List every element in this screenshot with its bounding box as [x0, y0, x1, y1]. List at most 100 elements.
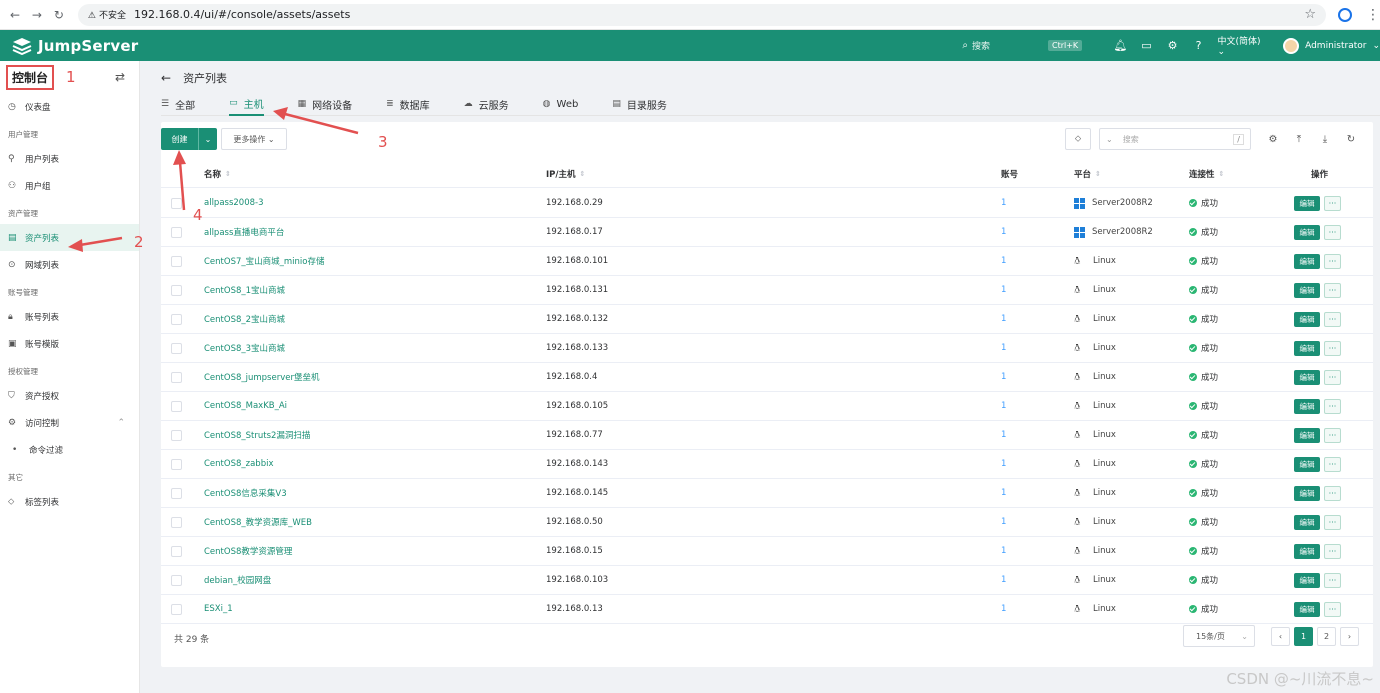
- edit-button[interactable]: 编辑: [1294, 195, 1320, 211]
- row-checkbox[interactable]: [171, 400, 182, 412]
- chevron-up-icon[interactable]: ⌃: [117, 418, 125, 428]
- back-arrow-icon[interactable]: ←: [4, 8, 26, 22]
- bookmark-star-icon[interactable]: ☆: [1304, 7, 1316, 22]
- asset-name-link[interactable]: debian_校园网盘: [204, 574, 271, 586]
- more-actions-icon[interactable]: ···: [1324, 601, 1341, 617]
- security-indicator[interactable]: ⚠ 不安全: [88, 8, 126, 21]
- asset-name-link[interactable]: CentOS8_Struts2漏洞扫描: [204, 429, 310, 441]
- browser-menu-icon[interactable]: ⋮: [1366, 7, 1380, 23]
- account-count-link[interactable]: 1: [1001, 430, 1006, 440]
- more-actions-icon[interactable]: ···: [1324, 224, 1341, 240]
- page-button-1[interactable]: 1: [1294, 626, 1313, 646]
- user-menu[interactable]: Administrator ⌄: [1283, 37, 1380, 54]
- logo[interactable]: JumpServer: [12, 37, 138, 55]
- account-count-link[interactable]: 1: [1001, 604, 1006, 614]
- row-checkbox[interactable]: [171, 284, 182, 296]
- sort-icon[interactable]: ⇕: [1219, 170, 1225, 178]
- more-actions-icon[interactable]: ···: [1324, 543, 1341, 559]
- page-button-2[interactable]: 2: [1317, 626, 1336, 646]
- download-icon[interactable]: ⤓: [1313, 134, 1337, 145]
- tab-item[interactable]: ◍ Web: [543, 92, 579, 116]
- asset-name-link[interactable]: allpass2008-3: [204, 198, 264, 208]
- language-switcher[interactable]: 中文(简体) ⌄: [1218, 34, 1270, 57]
- sidebar-item[interactable]: ⬦ 标签列表: [0, 488, 139, 515]
- more-actions-icon[interactable]: ···: [1324, 340, 1341, 356]
- help-icon[interactable]: ?: [1186, 39, 1212, 52]
- back-arrow-icon[interactable]: ←: [161, 71, 171, 85]
- edit-button[interactable]: 编辑: [1294, 311, 1320, 327]
- asset-name-link[interactable]: CentOS8_1宝山商城: [204, 284, 285, 296]
- more-actions-icon[interactable]: ···: [1324, 456, 1341, 472]
- forward-arrow-icon[interactable]: →: [26, 8, 48, 22]
- account-count-link[interactable]: 1: [1001, 517, 1006, 527]
- edit-button[interactable]: 编辑: [1294, 427, 1320, 443]
- next-page-icon[interactable]: ›: [1340, 626, 1359, 646]
- more-actions-icon[interactable]: ···: [1324, 572, 1341, 588]
- asset-name-link[interactable]: CentOS8_zabbix: [204, 459, 273, 469]
- asset-name-link[interactable]: allpass直播电商平台: [204, 226, 284, 238]
- column-header-ip[interactable]: IP/主机 ⇕: [546, 160, 585, 187]
- tag-filter-icon[interactable]: ⬦: [1065, 128, 1091, 150]
- asset-name-link[interactable]: CentOS8_MaxKB_Ai: [204, 401, 287, 411]
- asset-name-link[interactable]: CentOS8信息采集V3: [204, 487, 287, 499]
- row-checkbox[interactable]: [171, 371, 182, 383]
- more-actions-button[interactable]: 更多操作 ⌄: [221, 128, 287, 150]
- sort-icon[interactable]: ⇕: [225, 170, 231, 178]
- row-checkbox[interactable]: [171, 255, 182, 267]
- account-count-link[interactable]: 1: [1001, 546, 1006, 556]
- account-count-link[interactable]: 1: [1001, 198, 1006, 208]
- row-checkbox[interactable]: [171, 603, 182, 615]
- column-header-connectivity[interactable]: 连接性 ⇕: [1189, 160, 1224, 187]
- account-count-link[interactable]: 1: [1001, 256, 1006, 266]
- header-search[interactable]: ⌕ 搜索 Ctrl+K: [962, 35, 1097, 57]
- edit-button[interactable]: 编辑: [1294, 398, 1320, 414]
- table-search-input[interactable]: ⌄ 搜索 /: [1099, 128, 1251, 150]
- asset-name-link[interactable]: CentOS8_2宝山商城: [204, 313, 285, 325]
- page-size-select[interactable]: 15条/页 ⌄: [1183, 625, 1255, 647]
- more-actions-icon[interactable]: ···: [1324, 369, 1341, 385]
- row-checkbox[interactable]: [171, 574, 182, 586]
- edit-button[interactable]: 编辑: [1294, 485, 1320, 501]
- reload-icon[interactable]: ↻: [48, 8, 70, 22]
- sidebar-item[interactable]: ▣ 账号模版: [0, 330, 139, 357]
- edit-button[interactable]: 编辑: [1294, 543, 1320, 559]
- account-count-link[interactable]: 1: [1001, 314, 1006, 324]
- row-checkbox[interactable]: [171, 545, 182, 557]
- row-checkbox[interactable]: [171, 313, 182, 325]
- sidebar-item[interactable]: 🔒︎ 账号列表: [0, 303, 139, 330]
- row-checkbox[interactable]: [171, 197, 182, 209]
- bell-icon[interactable]: 🔔︎: [1108, 39, 1134, 52]
- edit-button[interactable]: 编辑: [1294, 340, 1320, 356]
- tab-item[interactable]: ☁ 云服务: [464, 92, 509, 116]
- sidebar-item[interactable]: ⚲ 用户列表: [0, 145, 139, 172]
- more-actions-icon[interactable]: ···: [1324, 485, 1341, 501]
- row-checkbox[interactable]: [171, 226, 182, 238]
- edit-button[interactable]: 编辑: [1294, 282, 1320, 298]
- create-dropdown-icon[interactable]: ⌄: [198, 128, 217, 150]
- tab-item[interactable]: ▦ 网络设备: [298, 92, 353, 116]
- switch-view-icon[interactable]: ⇄: [115, 70, 125, 84]
- more-actions-icon[interactable]: ···: [1324, 253, 1341, 269]
- row-checkbox[interactable]: [171, 429, 182, 441]
- asset-name-link[interactable]: CentOS8教学资源管理: [204, 545, 292, 557]
- edit-button[interactable]: 编辑: [1294, 572, 1320, 588]
- account-count-link[interactable]: 1: [1001, 372, 1006, 382]
- sidebar-item[interactable]: ⚙ 访问控制 ⌃: [0, 409, 139, 436]
- edit-button[interactable]: 编辑: [1294, 253, 1320, 269]
- row-checkbox[interactable]: [171, 516, 182, 528]
- tab-item[interactable]: ▤ 目录服务: [612, 92, 667, 116]
- edit-button[interactable]: 编辑: [1294, 514, 1320, 530]
- asset-name-link[interactable]: CentOS8_教学资源库_WEB: [204, 516, 312, 528]
- sidebar-item[interactable]: ⛉ 资产授权: [0, 382, 139, 409]
- edit-button[interactable]: 编辑: [1294, 369, 1320, 385]
- asset-name-link[interactable]: CentOS8_3宝山商城: [204, 342, 285, 354]
- account-count-link[interactable]: 1: [1001, 227, 1006, 237]
- tab-item[interactable]: ≣ 数据库: [386, 92, 430, 116]
- prev-page-icon[interactable]: ‹: [1271, 626, 1290, 646]
- sidebar-item[interactable]: ▤ 资产列表: [0, 224, 139, 251]
- more-actions-icon[interactable]: ···: [1324, 195, 1341, 211]
- asset-name-link[interactable]: CentOS8_jumpserver堡垒机: [204, 371, 319, 383]
- upload-icon[interactable]: ⤒: [1287, 134, 1311, 145]
- settings-icon[interactable]: ⚙: [1261, 134, 1285, 145]
- edit-button[interactable]: 编辑: [1294, 224, 1320, 240]
